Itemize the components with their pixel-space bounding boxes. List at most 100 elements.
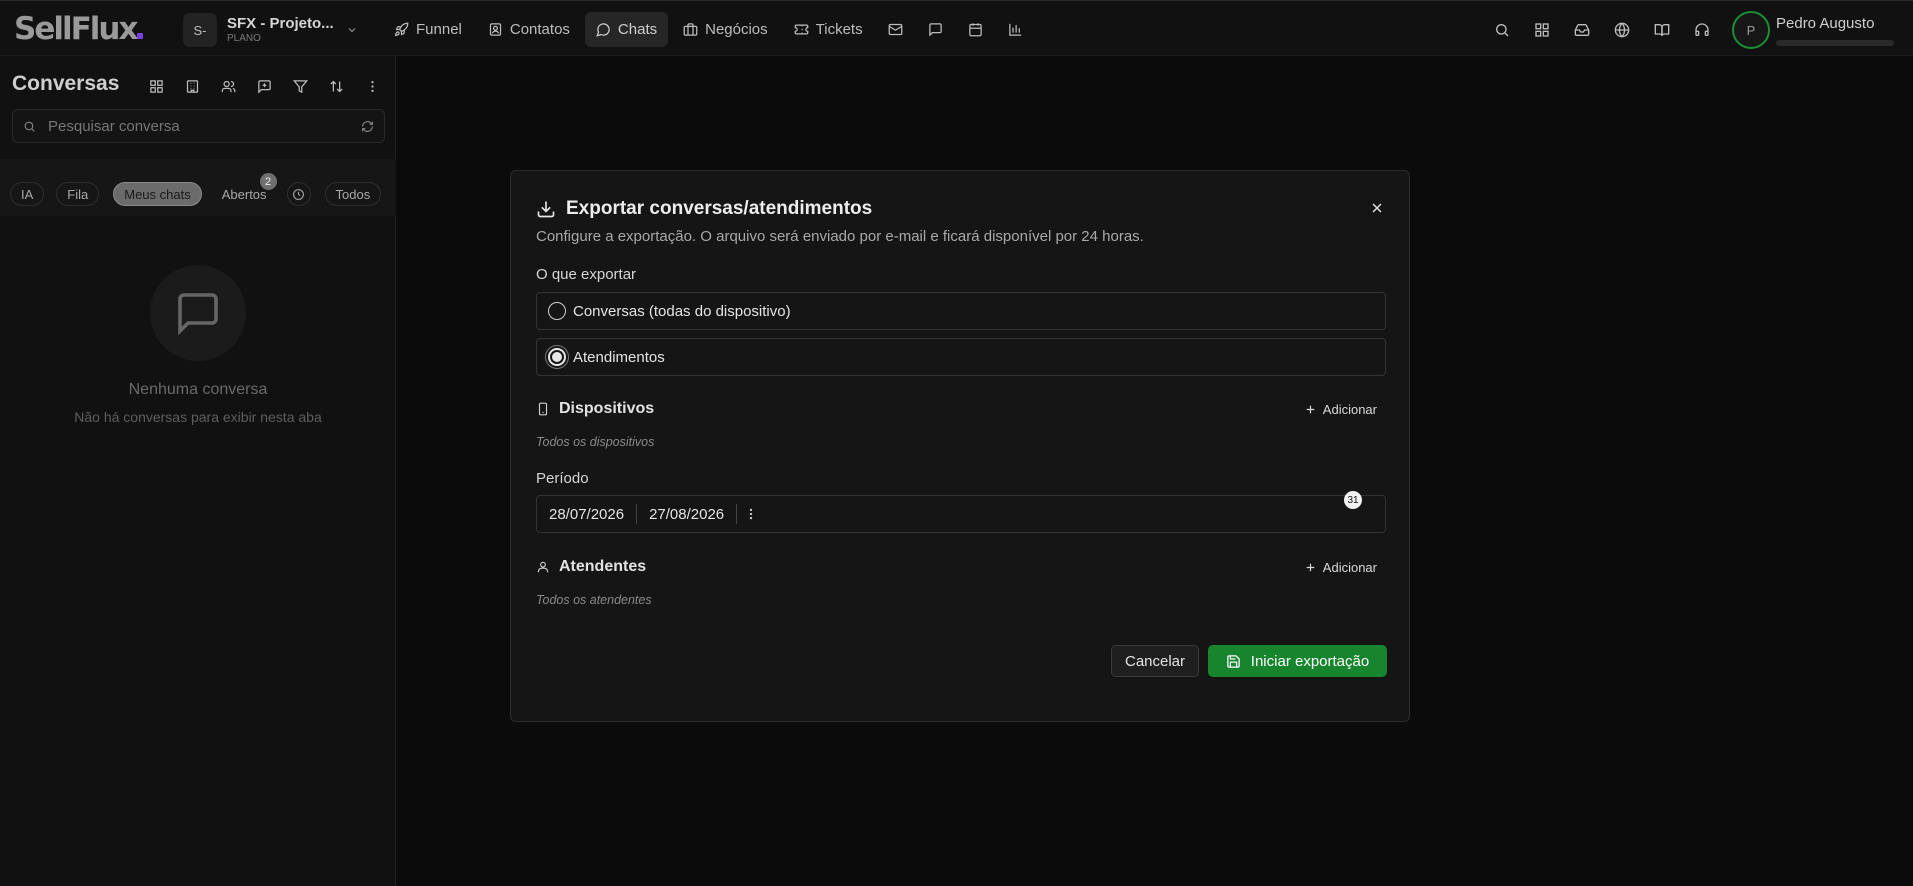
empty-title: Nenhuma conversa	[128, 381, 268, 398]
chat-icon	[596, 22, 618, 37]
conversation-search	[12, 109, 385, 143]
abertos-count-badge: 2	[259, 173, 277, 190]
modal-header: Exportar conversas/atendimentos	[536, 198, 872, 220]
filter-todos[interactable]: Todos	[324, 182, 382, 206]
project-text: SFX - Projeto... PLANO	[227, 16, 334, 44]
rocket-icon	[394, 22, 416, 37]
filter-meus-chats-label: Meus chats	[124, 186, 191, 202]
option-conversas-label: Conversas (todas do dispositivo)	[573, 302, 791, 320]
filter-fila-label: Fila	[67, 186, 89, 202]
cancel-button[interactable]: Cancelar	[1111, 645, 1199, 677]
save-icon	[1226, 654, 1251, 669]
inbox-icon[interactable]	[1564, 12, 1600, 47]
user-name: Pedro Augusto	[1776, 14, 1875, 32]
nav-chats[interactable]: Chats	[584, 12, 669, 47]
conversations-sidebar: Conversas IA Fila Meus chats Abertos 2 T…	[0, 56, 396, 886]
search-icon[interactable]	[1484, 12, 1520, 47]
bar-chart-icon[interactable]	[998, 12, 1034, 47]
radio-atendimentos[interactable]	[548, 348, 566, 366]
download-icon	[536, 199, 556, 219]
export-type-label: O que exportar	[536, 266, 637, 283]
agents-hint: Todos os atendentes	[536, 593, 652, 607]
nav-negocios-label: Negócios	[705, 21, 768, 38]
add-agent-label: Adicionar	[1322, 559, 1377, 575]
start-export-label: Iniciar exportação	[1250, 652, 1370, 670]
nav-negocios[interactable]: Negócios	[672, 12, 779, 47]
mail-icon[interactable]	[878, 12, 914, 47]
period-label: Período	[536, 470, 589, 487]
filter-meus-chats[interactable]: Meus chats	[113, 182, 202, 206]
chat-bubble-icon	[150, 265, 246, 361]
period-end-date[interactable]: 27/08/2026	[637, 506, 736, 523]
chevron-down-icon	[346, 24, 358, 36]
radio-conversas[interactable]	[548, 302, 566, 320]
nav-chats-label: Chats	[617, 21, 658, 38]
more-vertical-icon[interactable]	[355, 72, 389, 100]
sellflux-logo[interactable]: SellFlux	[14, 11, 144, 47]
user-icon	[536, 560, 550, 574]
book-icon[interactable]	[1644, 12, 1680, 47]
sort-icon[interactable]	[319, 72, 353, 100]
user-menu[interactable]: P Pedro Augusto	[1732, 11, 1894, 49]
period-picker[interactable]: 28/07/2026 27/08/2026	[536, 495, 1386, 533]
search-input[interactable]	[48, 117, 361, 135]
nav-funnel[interactable]: Funnel	[383, 12, 473, 47]
top-bar: SellFlux S- SFX - Projeto... PLANO Funne…	[0, 0, 1913, 56]
building-icon[interactable]	[175, 72, 209, 100]
users-icon[interactable]	[211, 72, 245, 100]
headset-icon[interactable]	[1684, 12, 1720, 47]
user-text: Pedro Augusto	[1776, 15, 1894, 46]
option-atendimentos[interactable]: Atendimentos	[536, 338, 1386, 376]
contact-icon	[488, 22, 510, 37]
new-message-icon[interactable]	[247, 72, 281, 100]
nav-contatos[interactable]: Contatos	[477, 12, 581, 47]
modal-title: Exportar conversas/atendimentos	[566, 198, 873, 219]
close-icon[interactable]	[1365, 196, 1389, 220]
message-square-icon[interactable]	[918, 12, 954, 47]
add-device-button[interactable]: Adicionar	[1304, 402, 1377, 417]
globe-icon[interactable]	[1604, 12, 1640, 47]
filter-abertos[interactable]: Abertos 2	[216, 173, 277, 206]
nav-funnel-label: Funnel	[416, 21, 462, 38]
refresh-icon[interactable]	[361, 120, 374, 133]
clock-icon	[292, 188, 305, 201]
agents-section: Atendentes Adicionar	[536, 555, 1386, 579]
add-agent-button[interactable]: Adicionar	[1304, 560, 1377, 575]
calendar-icon[interactable]	[958, 12, 994, 47]
nav-contatos-label: Contatos	[509, 21, 570, 38]
add-device-label: Adicionar	[1322, 401, 1377, 417]
project-plan: PLANO	[227, 33, 261, 44]
export-modal: Exportar conversas/atendimentos Configur…	[510, 170, 1410, 722]
period-days-badge: 31	[1344, 491, 1362, 509]
plus-icon	[1304, 403, 1323, 416]
filter-clock[interactable]	[286, 182, 311, 206]
more-vertical-icon[interactable]	[737, 507, 765, 521]
grid-icon[interactable]	[139, 72, 173, 100]
logo-dot	[137, 33, 144, 39]
filter-ia[interactable]: IA	[10, 182, 45, 206]
project-selector[interactable]: S- SFX - Projeto... PLANO	[183, 13, 358, 47]
project-avatar: S-	[183, 13, 217, 47]
apps-grid-icon[interactable]	[1524, 12, 1560, 47]
start-export-button[interactable]: Iniciar exportação	[1208, 645, 1387, 677]
empty-subtitle: Não há conversas para exibir nesta aba	[74, 409, 322, 425]
conversation-filters: IA Fila Meus chats Abertos 2 Todos	[10, 173, 382, 206]
period-start-date[interactable]: 28/07/2026	[537, 506, 636, 523]
filter-todos-label: Todos	[335, 186, 371, 202]
agents-title: Atendentes	[559, 558, 647, 575]
smartphone-icon	[536, 402, 550, 416]
user-email-redacted	[1776, 39, 1894, 46]
plus-icon	[1304, 561, 1323, 574]
logo-text: SellFlux	[14, 11, 138, 47]
filter-fila[interactable]: Fila	[56, 182, 100, 206]
filter-icon[interactable]	[283, 72, 317, 100]
search-icon	[23, 120, 36, 133]
briefcase-icon	[683, 22, 705, 37]
project-name: SFX - Projeto...	[227, 15, 334, 32]
main-nav: Funnel Contatos Chats Negócios Tickets	[383, 12, 1034, 47]
nav-tickets[interactable]: Tickets	[783, 12, 874, 47]
sidebar-toolbar	[139, 72, 389, 100]
filter-ia-label: IA	[21, 186, 34, 202]
option-conversas[interactable]: Conversas (todas do dispositivo)	[536, 292, 1386, 330]
user-avatar: P	[1732, 11, 1770, 49]
